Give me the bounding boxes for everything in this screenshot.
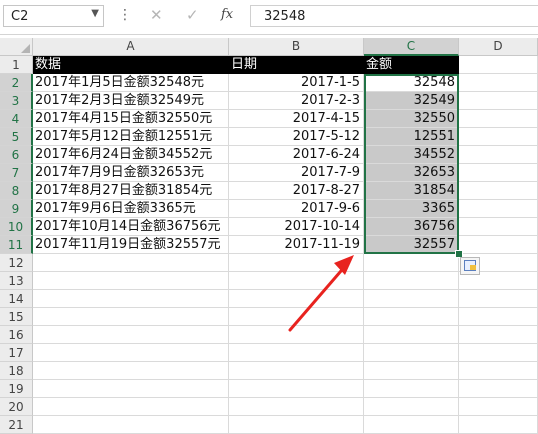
table-cell[interactable]	[33, 416, 229, 434]
arrow-head	[334, 255, 354, 275]
red-arrow-annotation	[288, 255, 354, 332]
table-cell[interactable]	[364, 416, 459, 434]
table-cell[interactable]	[229, 416, 364, 434]
table-cell[interactable]	[459, 416, 538, 434]
row-header[interactable]: 21	[0, 416, 33, 434]
arrow-shaft	[288, 262, 349, 332]
